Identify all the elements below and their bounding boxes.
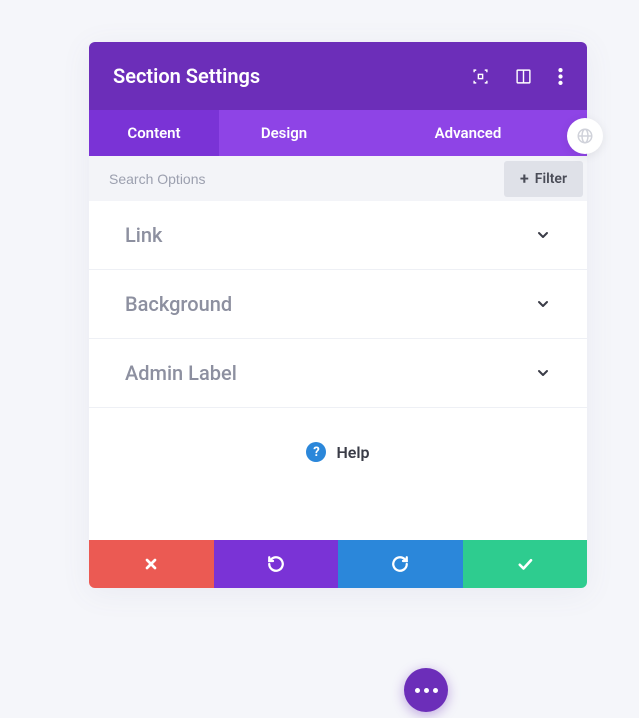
tab-content[interactable]: Content [89,110,219,156]
undo-button[interactable] [214,540,339,588]
check-icon [516,555,534,573]
option-admin-label[interactable]: Admin Label [89,339,587,408]
chevron-down-icon [535,227,551,243]
tab-advanced[interactable]: Advanced [349,110,587,156]
modal-title: Section Settings [113,64,260,88]
layout-icon[interactable] [515,68,532,85]
chevron-down-icon [535,365,551,381]
option-label: Link [125,223,162,247]
filter-button[interactable]: + Filter [504,161,583,197]
plus-icon: + [520,169,529,188]
search-input[interactable] [89,171,504,187]
globe-button[interactable] [567,118,603,154]
help-icon: ? [306,442,326,462]
redo-button[interactable] [338,540,463,588]
more-icon[interactable] [558,68,563,85]
redo-icon [391,555,409,573]
tab-design[interactable]: Design [219,110,349,156]
close-icon [143,556,159,572]
filter-button-label: Filter [535,171,567,187]
globe-icon [576,127,594,145]
dot-icon [433,688,438,693]
expand-icon[interactable] [472,68,489,85]
option-link[interactable]: Link [89,201,587,270]
dot-icon [415,688,420,693]
help-label: Help [336,443,369,462]
dot-icon [424,688,429,693]
tabs: Content Design Advanced [89,110,587,156]
settings-modal: Section Settings [89,42,587,588]
action-bar [89,540,587,588]
confirm-button[interactable] [463,540,588,588]
fab-more-button[interactable] [404,668,448,712]
help-row[interactable]: ? Help [89,408,587,540]
modal-header: Section Settings [89,42,587,110]
option-background[interactable]: Background [89,270,587,339]
undo-icon [267,555,285,573]
cancel-button[interactable] [89,540,214,588]
options-list: Link Background Admin Label [89,201,587,408]
header-actions [472,68,563,85]
chevron-down-icon [535,296,551,312]
option-label: Admin Label [125,361,237,385]
filter-bar: + Filter [89,156,587,201]
option-label: Background [125,292,232,316]
